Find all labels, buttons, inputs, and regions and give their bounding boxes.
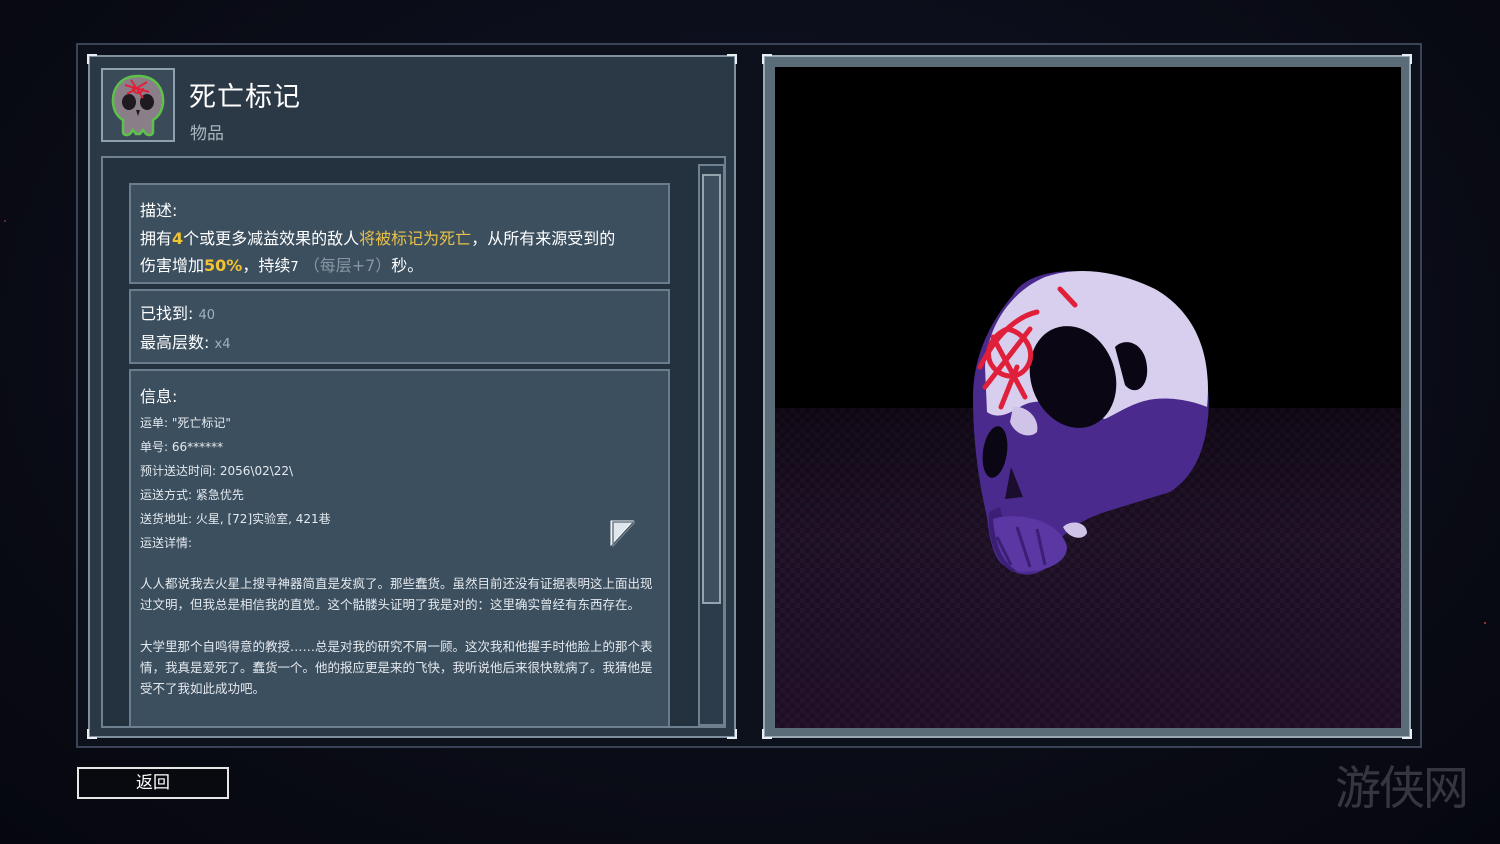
- watermark-logo: 游侠网: [1335, 761, 1469, 815]
- corner-decoration: [87, 54, 97, 64]
- description-heading: 描述:: [140, 201, 178, 220]
- corner-decoration: [762, 54, 772, 64]
- found-label: 已找到:: [140, 304, 194, 323]
- max-stack-value: x4: [214, 337, 231, 352]
- info-line: 送货地址: 火星, [72]实验室, 421巷: [140, 512, 331, 526]
- info-line: 运送方式: 紧急优先: [140, 488, 244, 502]
- found-stat: 已找到: 40: [140, 299, 668, 328]
- corner-decoration: [1402, 54, 1412, 64]
- max-stack-label: 最高层数:: [140, 333, 210, 352]
- desc-text-part: ，持续: [242, 256, 291, 275]
- scrollbar[interactable]: [698, 164, 724, 726]
- skull-model[interactable]: [775, 67, 1401, 728]
- item-preview-panel: [762, 54, 1412, 739]
- duration-value: 7: [290, 260, 299, 275]
- star-speck: [4, 220, 6, 222]
- info-line: 预计送达时间: 2056\02\22\: [140, 464, 294, 478]
- lore-paragraph: 大学里那个自鸣得意的教授……总是对我的研究不屑一顾。这次我和他握手时他脸上的那个…: [140, 639, 653, 696]
- item-icon-frame: [101, 68, 175, 142]
- corner-decoration: [1402, 729, 1412, 739]
- skull-icon: [111, 74, 165, 137]
- lore-paragraph: 人人都说我去火星上搜寻神器简直是发疯了。那些蠢货。虽然目前还没有证据表明这上面出…: [140, 576, 653, 612]
- item-type: 物品: [190, 124, 224, 144]
- desc-text-part: 拥有: [140, 229, 173, 248]
- info-heading: 信息:: [140, 387, 178, 406]
- per-stack-value: （每层+7）: [303, 256, 392, 275]
- description-section: 描述: 拥有4个或更多减益效果的敌人将被标记为死亡，从所有来源受到的 伤害增加5…: [129, 183, 670, 284]
- item-title: 死亡标记: [189, 82, 301, 113]
- max-stack-stat: 最高层数: x4: [140, 328, 668, 357]
- corner-decoration: [727, 729, 737, 739]
- desc-text-part: 伤害增加: [140, 256, 205, 275]
- scrollbar-thumb[interactable]: [702, 174, 721, 604]
- info-section: 信息: 运单: "死亡标记" 单号: 66****** 预计送达时间: 2056…: [129, 369, 670, 726]
- info-line: 运送详情:: [140, 536, 193, 550]
- description-text: 拥有4个或更多减益效果的敌人将被标记为死亡，从所有来源受到的 伤害增加50%，持…: [140, 225, 656, 281]
- marked-keyword: 将被标记为死亡: [359, 229, 472, 248]
- debuff-count: 4: [172, 229, 184, 248]
- corner-decoration: [762, 729, 772, 739]
- 3d-model-viewport[interactable]: [775, 67, 1401, 728]
- back-button[interactable]: 返回: [77, 767, 229, 799]
- info-line: 运单: "死亡标记": [140, 416, 231, 430]
- mouse-cursor-icon: [610, 520, 635, 547]
- corner-decoration: [727, 54, 737, 64]
- item-info-panel: 死亡标记 物品 描述: 拥有4个或更多减益效果的敌人将被标记为死亡，从所有来源受…: [87, 54, 737, 739]
- found-value: 40: [198, 308, 216, 323]
- item-details-scroll-area[interactable]: 描述: 拥有4个或更多减益效果的敌人将被标记为死亡，从所有来源受到的 伤害增加5…: [101, 156, 726, 728]
- info-line: 单号: 66******: [140, 440, 224, 454]
- desc-text-part: ，从所有来源受到的: [471, 229, 616, 248]
- damage-percent: 50%: [204, 256, 243, 275]
- desc-text-part: 个或更多减益效果的敌人: [183, 229, 360, 248]
- star-speck: [1484, 622, 1486, 624]
- corner-decoration: [87, 729, 97, 739]
- stats-section: 已找到: 40 最高层数: x4: [129, 289, 670, 364]
- desc-text-part: 秒。: [391, 256, 424, 275]
